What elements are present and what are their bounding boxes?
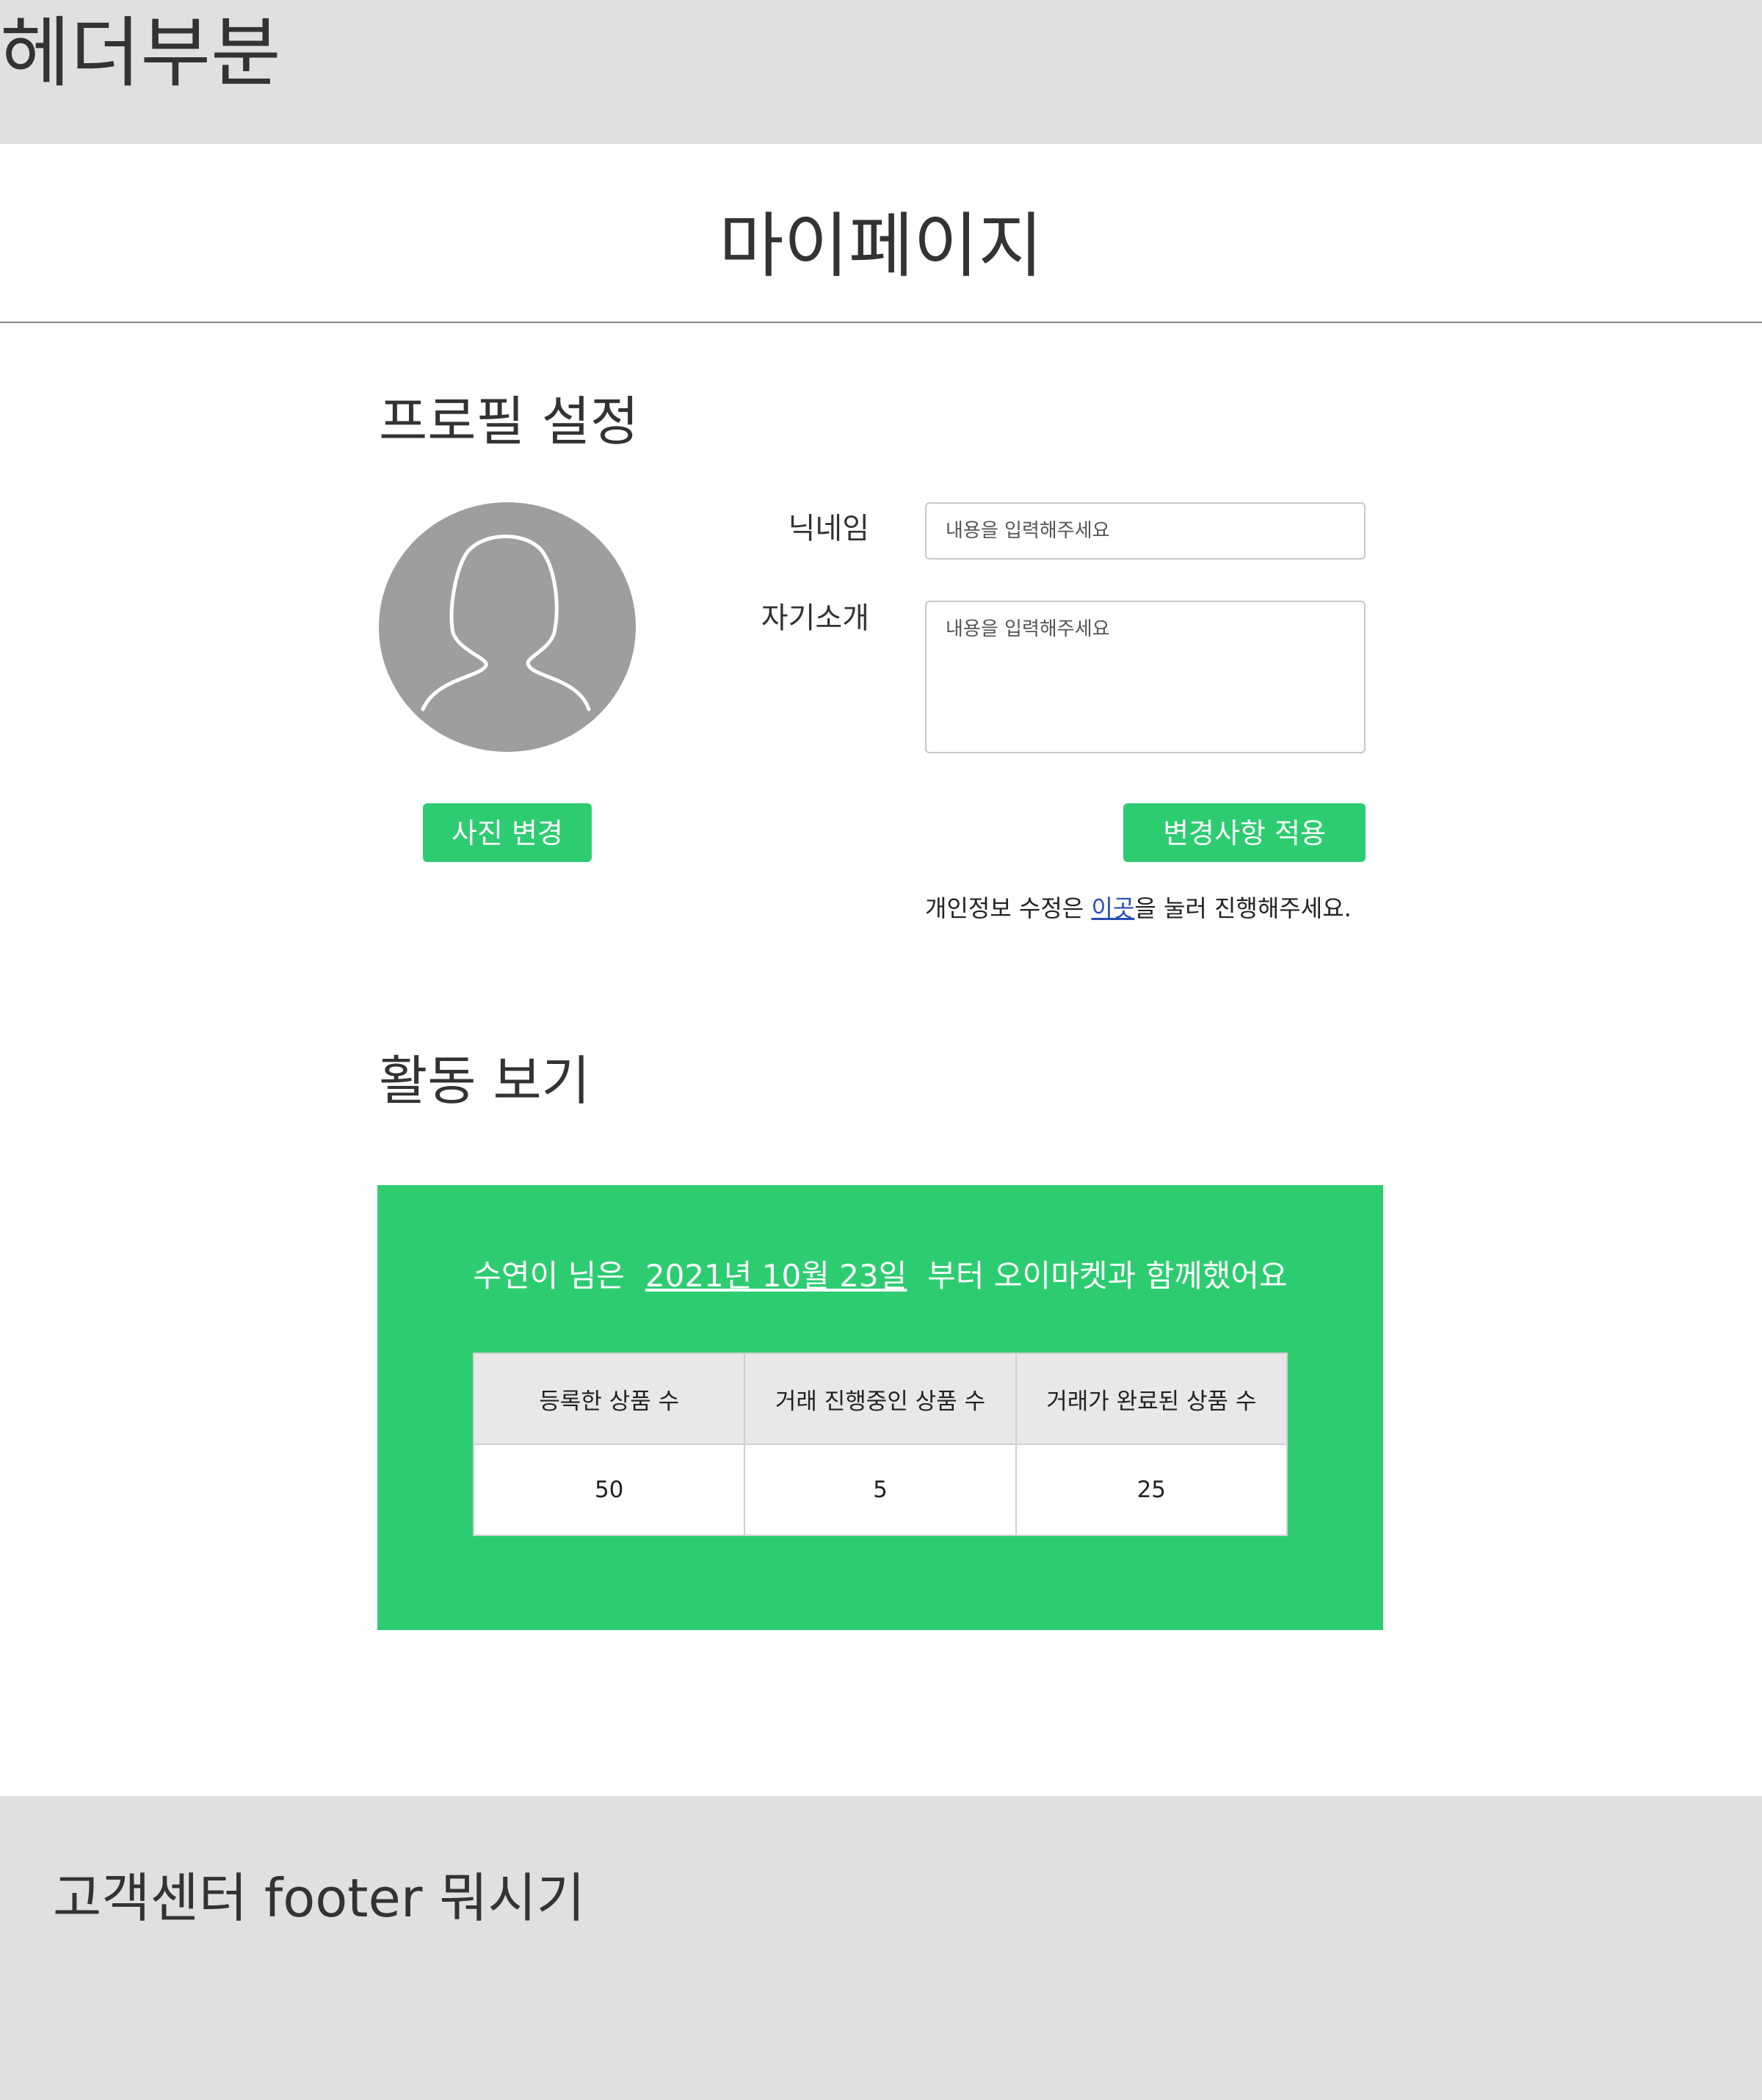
privacy-note: 개인정보 수정은 이곳을 눌러 진행해주세요. (925, 890, 1352, 927)
completed-count: 25 (1015, 1444, 1288, 1536)
footer-text: 고객센터 footer 뭐시기 (53, 1867, 586, 1929)
activity-stats-table: 등록한 상품 수 거래 진행중인 상품 수 거래가 완료된 상품 수 50 5 … (472, 1353, 1288, 1536)
privacy-note-prefix: 개인정보 수정은 (925, 894, 1092, 922)
nickname-label: 닉네임 (788, 512, 869, 546)
intro-label: 자기소개 (761, 601, 869, 635)
header: 헤더부분 (0, 0, 1762, 144)
table-header-row: 등록한 상품 수 거래 진행중인 상품 수 거래가 완료된 상품 수 (472, 1353, 1288, 1445)
header-title: 헤더부분 (0, 8, 281, 98)
privacy-note-suffix: 을 눌러 진행해주세요. (1134, 894, 1352, 922)
table-row: 50 5 25 (472, 1444, 1288, 1536)
activity-summary: 수연이 님은 2021년 10월 23일 부터 오이마켓과 함께했어요 (377, 1247, 1383, 1306)
summary-suffix: 부터 오이마켓과 함께했어요 (927, 1258, 1288, 1294)
user-silhouette-icon (421, 535, 591, 712)
intro-textarea[interactable] (925, 601, 1366, 753)
avatar (379, 502, 636, 752)
column-header: 거래가 완료된 상품 수 (1015, 1353, 1288, 1445)
title-divider (0, 322, 1762, 323)
footer: 고객센터 footer 뭐시기 (0, 1796, 1762, 2100)
change-photo-button[interactable]: 사진 변경 (423, 803, 592, 862)
join-date: 2021년 10월 23일 (645, 1258, 907, 1294)
profile-heading: 프로필 설정 (379, 391, 639, 452)
activity-summary-panel: 수연이 님은 2021년 10월 23일 부터 오이마켓과 함께했어요 등록한 상품… (377, 1185, 1383, 1630)
privacy-edit-link[interactable]: 이곳 (1091, 894, 1134, 922)
column-header: 거래 진행중인 상품 수 (744, 1353, 1017, 1445)
column-header: 등록한 상품 수 (472, 1353, 746, 1445)
summary-prefix: 수연이 님은 (473, 1258, 625, 1294)
apply-changes-button[interactable]: 변경사항 적용 (1123, 803, 1366, 862)
page-title: 마이페이지 (719, 205, 1043, 287)
registered-count: 50 (472, 1444, 746, 1536)
activity-heading: 활동 보기 (379, 1050, 590, 1112)
nickname-input[interactable] (925, 502, 1366, 560)
in-progress-count: 5 (744, 1444, 1017, 1536)
